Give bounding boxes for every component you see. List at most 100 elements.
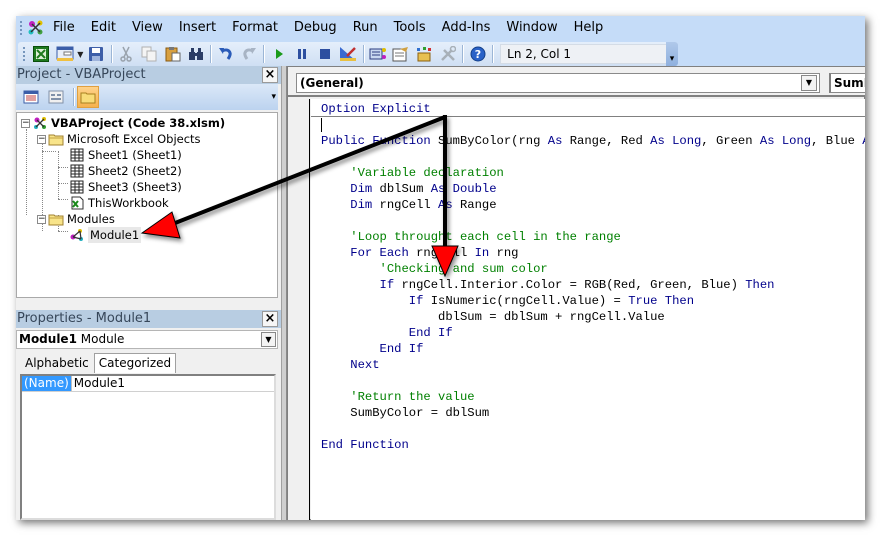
view-object-button[interactable] — [45, 86, 67, 108]
menubar-grip[interactable] — [19, 20, 23, 36]
properties-tabs: Alphabetic Categorized — [20, 353, 177, 373]
property-row[interactable]: (Name) Module1 — [22, 376, 274, 392]
code-line[interactable]: 'Return the value — [321, 389, 865, 405]
code-line[interactable]: Public Function SumByColor(rng As Range,… — [321, 133, 865, 149]
insert-userform-button[interactable] — [54, 44, 75, 64]
find-button[interactable] — [185, 44, 206, 64]
tree-item-modules[interactable]: − Modules — [37, 211, 115, 227]
code-line[interactable] — [321, 149, 865, 165]
code-keyword: True Then — [628, 294, 695, 308]
tree-item-thisworkbook[interactable]: ThisWorkbook — [69, 195, 169, 211]
cut-button[interactable] — [116, 44, 137, 64]
collapse-icon[interactable]: − — [37, 134, 46, 144]
code-line[interactable]: 'Loop throught each cell in the range — [321, 229, 865, 245]
code-editor[interactable]: Option Explicit Public Function SumByColo… — [311, 99, 865, 520]
break-button[interactable] — [291, 44, 312, 64]
code-line[interactable]: 'Variable declaration — [321, 165, 865, 181]
reset-button[interactable] — [315, 44, 336, 64]
project-explorer-button[interactable] — [368, 44, 389, 64]
view-code-button[interactable] — [20, 86, 42, 108]
code-line[interactable]: dblSum = dblSum + rngCell.Value — [321, 309, 865, 325]
code-line[interactable]: End If — [321, 341, 865, 357]
code-line[interactable] — [321, 117, 865, 133]
standard-toolbar: ▼ ? Ln 2, Col 1 ▾ — [18, 42, 678, 66]
code-line[interactable]: End If — [321, 325, 865, 341]
properties-pane-close-button[interactable]: × — [262, 311, 278, 327]
toggle-folders-button[interactable] — [77, 86, 99, 108]
menu-tools[interactable]: Tools — [386, 16, 434, 40]
copy-button[interactable] — [139, 44, 160, 64]
insert-dropdown-arrow[interactable]: ▼ — [76, 50, 85, 59]
collapse-icon[interactable]: − — [21, 118, 30, 128]
code-line[interactable]: Dim dblSum As Double — [321, 181, 865, 197]
code-line[interactable] — [321, 213, 865, 229]
toolbar-separator — [462, 45, 464, 63]
property-value[interactable]: Module1 — [72, 376, 125, 391]
code-keyword: If — [321, 278, 402, 292]
toolbar-separator — [73, 88, 74, 106]
undo-button[interactable] — [215, 44, 236, 64]
collapse-icon[interactable]: − — [37, 214, 46, 224]
paste-button[interactable] — [162, 44, 183, 64]
code-line[interactable] — [321, 373, 865, 389]
help-button[interactable]: ? — [467, 44, 488, 64]
code-line[interactable] — [321, 421, 865, 437]
object-combo[interactable]: (General) ▼ — [296, 73, 820, 93]
object-browser-button[interactable] — [414, 44, 435, 64]
properties-object-combo[interactable]: Module1 Module ▼ — [16, 330, 278, 349]
menu-format[interactable]: Format — [224, 16, 286, 40]
menu-edit[interactable]: Edit — [83, 16, 124, 40]
code-line[interactable]: End Function — [321, 437, 865, 453]
tree-item-module1[interactable]: Module1 — [69, 227, 142, 243]
folder-icon — [48, 212, 64, 226]
code-text: rngCell — [379, 198, 439, 212]
code-keyword: Public Function — [321, 134, 439, 148]
code-keyword: Then — [745, 278, 775, 292]
view-object-icon — [48, 90, 64, 104]
tree-item-sheet3-sheet3[interactable]: Sheet3 (Sheet3) — [69, 179, 182, 195]
code-line[interactable]: For Each rngCell In rng — [321, 245, 865, 261]
pane-toolbar-options-icon[interactable]: ▾ — [271, 92, 276, 102]
project-pane-close-button[interactable]: × — [262, 67, 278, 83]
code-margin-indicator-bar[interactable] — [288, 99, 310, 520]
tab-categorized[interactable]: Categorized — [93, 353, 177, 373]
tree-item-vbaproject-code-38-xlsm[interactable]: − VBAProject (Code 38.xlsm) — [21, 115, 225, 131]
code-line[interactable]: Dim rngCell As Range — [321, 197, 865, 213]
chevron-down-icon[interactable]: ▼ — [801, 75, 817, 91]
view-excel-button[interactable] — [31, 44, 52, 64]
tree-item-sheet1-sheet1[interactable]: Sheet1 (Sheet1) — [69, 147, 182, 163]
vba-editor-icon[interactable] — [25, 18, 47, 38]
tab-alphabetic[interactable]: Alphabetic — [20, 353, 94, 373]
code-line[interactable]: Option Explicit — [311, 101, 865, 117]
tree-item-sheet2-sheet2[interactable]: Sheet2 (Sheet2) — [69, 163, 182, 179]
design-mode-button[interactable] — [338, 44, 359, 64]
menu-add-ins[interactable]: Add-Ins — [434, 16, 499, 40]
tree-item-label: Sheet3 (Sheet3) — [88, 180, 182, 194]
code-line[interactable]: 'Checking and sum color — [321, 261, 865, 277]
properties-window-button[interactable] — [391, 44, 412, 64]
code-line[interactable]: If IsNumeric(rngCell.Value) = True Then — [321, 293, 865, 309]
project-pane-title: Project - VBAProject — [17, 67, 146, 82]
toolbar-options-icon[interactable]: ▾ — [666, 42, 678, 66]
menu-run[interactable]: Run — [345, 16, 386, 40]
menu-insert[interactable]: Insert — [171, 16, 224, 40]
worksheet-icon — [69, 148, 85, 162]
code-line[interactable]: SumByColor = dblSum — [321, 405, 865, 421]
redo-button[interactable] — [238, 44, 259, 64]
tree-item-microsoft-excel-objects[interactable]: − Microsoft Excel Objects — [37, 131, 201, 147]
menu-help[interactable]: Help — [566, 16, 612, 40]
menu-window[interactable]: Window — [498, 16, 565, 40]
save-button[interactable] — [86, 44, 107, 64]
menu-view[interactable]: View — [124, 16, 171, 40]
code-text: Range — [459, 198, 497, 212]
code-line[interactable]: If rngCell.Interior.Color = RGB(Red, Gre… — [321, 277, 865, 293]
menu-file[interactable]: File — [47, 16, 83, 40]
toolbox-button[interactable] — [437, 44, 458, 64]
chevron-down-icon[interactable]: ▼ — [261, 332, 276, 347]
code-line[interactable]: Next — [321, 357, 865, 373]
toolbar-grip[interactable] — [22, 46, 26, 62]
menu-debug[interactable]: Debug — [286, 16, 345, 40]
procedure-combo[interactable]: SumByColor — [829, 73, 865, 93]
tree-item-label: Microsoft Excel Objects — [67, 132, 201, 146]
run-button[interactable] — [268, 44, 289, 64]
